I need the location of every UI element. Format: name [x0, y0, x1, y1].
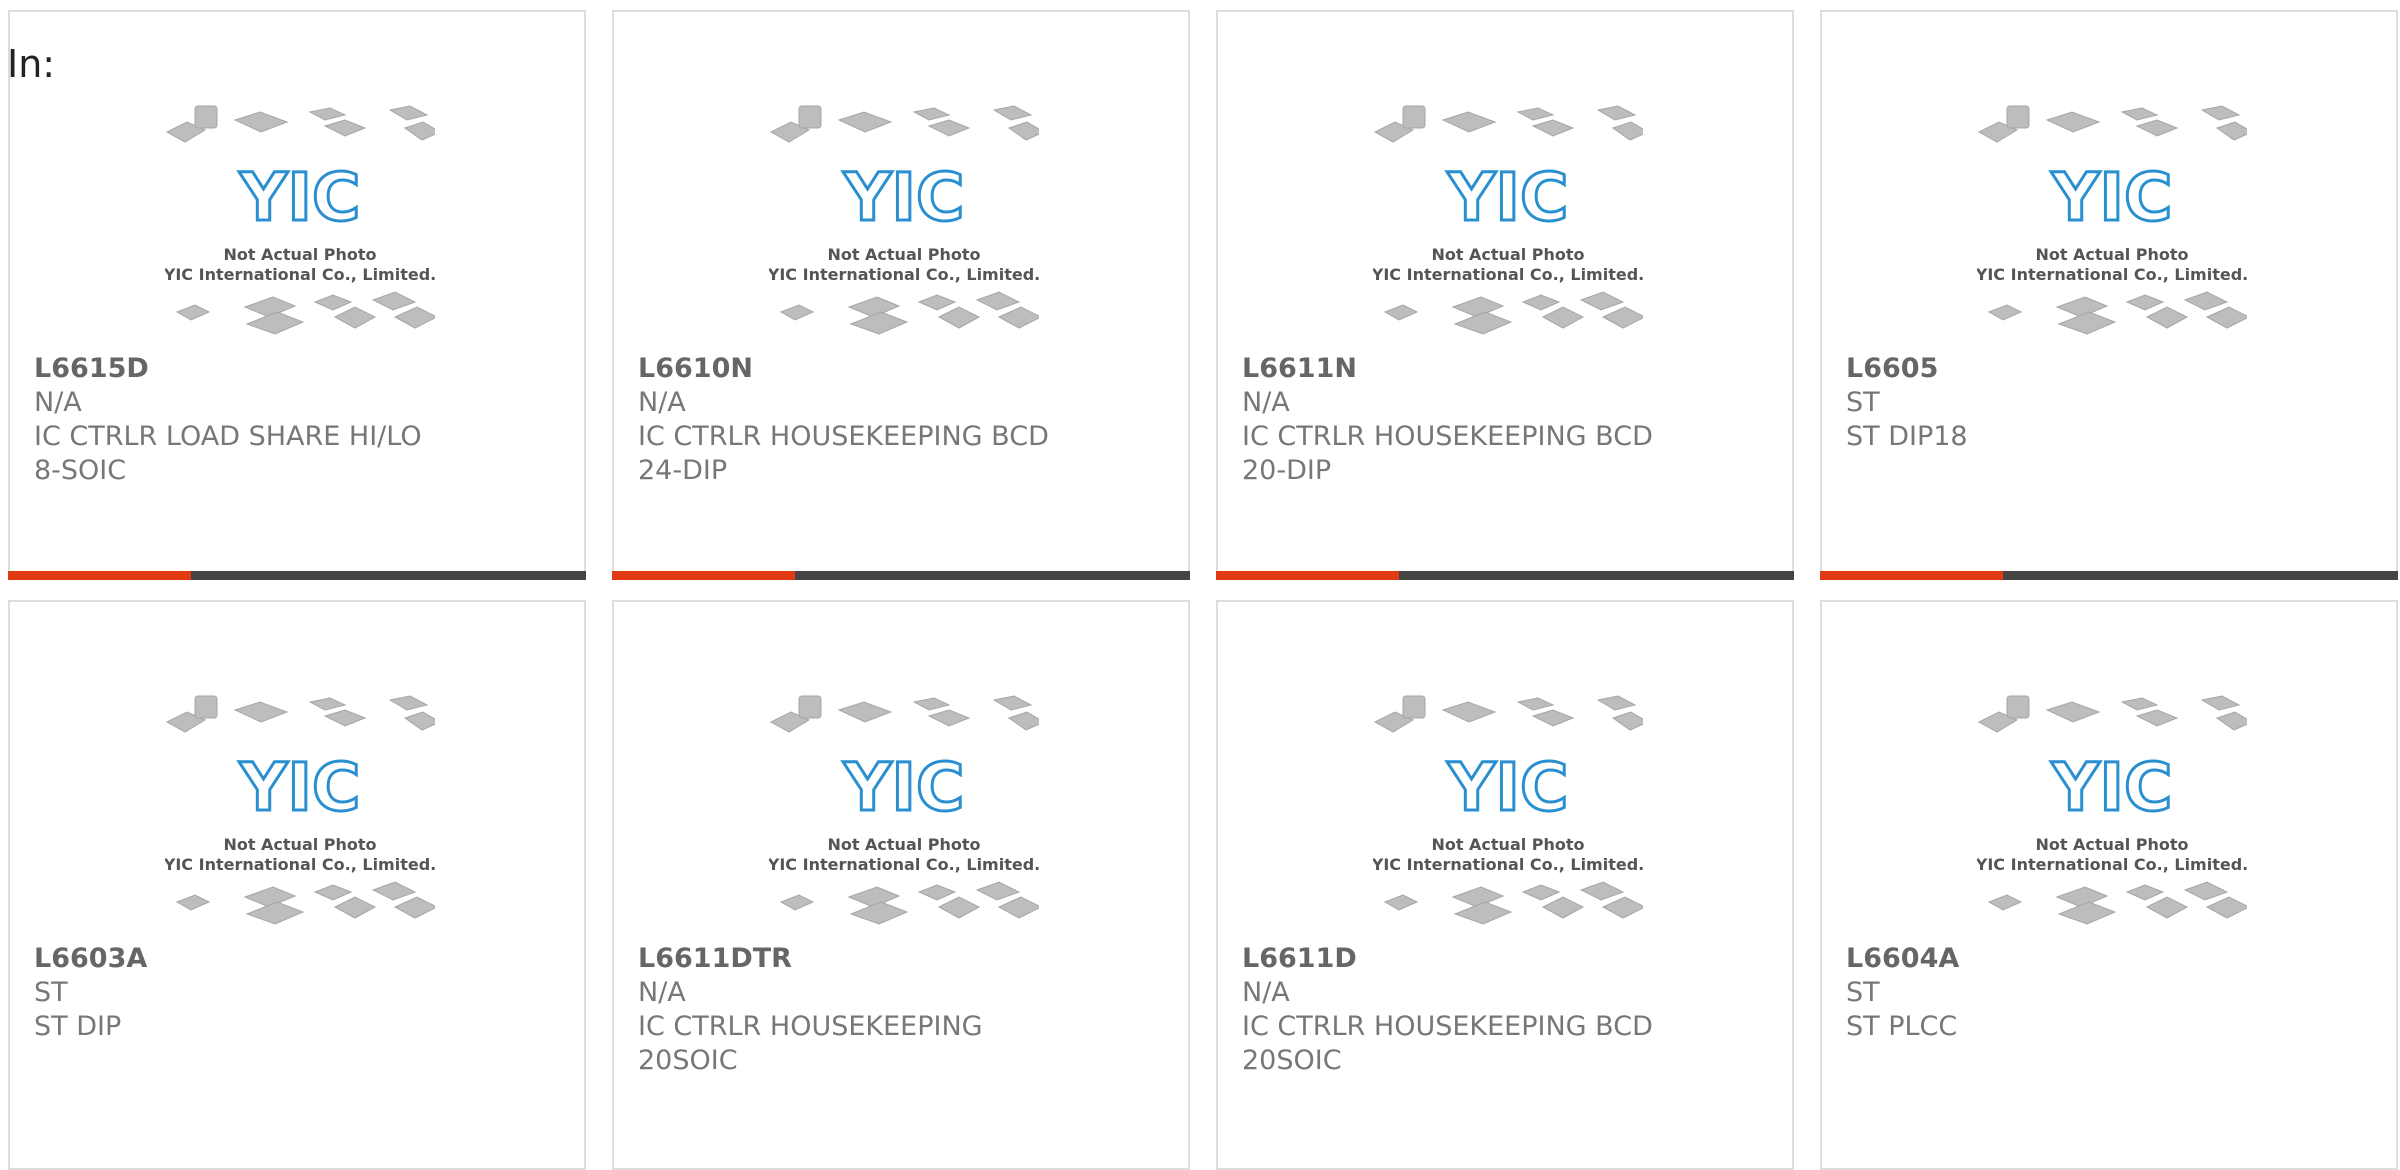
card-accent-bar [1820, 571, 2003, 580]
part-number-link[interactable]: L6604A [1846, 942, 1959, 976]
description: IC CTRLR HOUSEKEEPING 20SOIC [638, 1011, 983, 1076]
svg-text:YIC International Co., Limited: YIC International Co., Limited. [1373, 855, 1643, 874]
part-number-link[interactable]: L6603A [34, 942, 147, 976]
svg-text:YIC: YIC [239, 159, 361, 236]
part-number-link[interactable]: L6611DTR [638, 942, 792, 976]
manufacturer: ST [1846, 387, 1880, 418]
manufacturer: N/A [34, 387, 82, 418]
svg-text:YIC International Co., Limited: YIC International Co., Limited. [165, 855, 435, 874]
svg-text:YIC: YIC [1447, 749, 1569, 826]
svg-text:Not Actual Photo: Not Actual Photo [827, 835, 980, 854]
card-bottom-bar [1216, 571, 1794, 580]
part-number-link[interactable]: L6615D [34, 352, 149, 386]
manufacturer: N/A [638, 977, 686, 1008]
description: ST PLCC [1846, 1011, 1958, 1042]
card-bottom-bar [1820, 571, 2398, 580]
not-actual-photo-image: YIC Not Actual Photo YIC International C… [1373, 105, 1643, 335]
manufacturer: N/A [1242, 387, 1290, 418]
manufacturer: ST [1846, 977, 1880, 1008]
svg-text:YIC: YIC [843, 159, 965, 236]
svg-text:YIC: YIC [843, 749, 965, 826]
product-card[interactable]: YIC Not Actual Photo YIC International C… [1216, 600, 1794, 1170]
not-actual-photo-image: YIC Not Actual Photo YIC International C… [769, 105, 1039, 335]
in-label: In: [7, 42, 56, 86]
svg-text:Not Actual Photo: Not Actual Photo [2035, 245, 2188, 264]
not-actual-photo-image: YIC Not Actual Photo YIC International C… [165, 695, 435, 925]
card-accent-bar [612, 571, 795, 580]
not-actual-photo-image: YIC Not Actual Photo YIC International C… [1373, 695, 1643, 925]
part-number-link[interactable]: L6611N [1242, 352, 1357, 386]
svg-text:YIC International Co., Limited: YIC International Co., Limited. [769, 265, 1039, 284]
description: ST DIP18 [1846, 421, 1968, 452]
svg-text:Not Actual Photo: Not Actual Photo [1431, 245, 1584, 264]
description: IC CTRLR HOUSEKEEPING BCD 20-DIP [1242, 421, 1653, 486]
card-bottom-bar [612, 571, 1190, 580]
not-actual-photo-image: YIC Not Actual Photo YIC International C… [1977, 695, 2247, 925]
svg-text:YIC International Co., Limited: YIC International Co., Limited. [1977, 855, 2247, 874]
svg-text:Not Actual Photo: Not Actual Photo [1431, 835, 1584, 854]
svg-text:Not Actual Photo: Not Actual Photo [827, 245, 980, 264]
not-actual-photo-image: YIC Not Actual Photo YIC International C… [165, 105, 435, 335]
manufacturer: N/A [1242, 977, 1290, 1008]
card-accent-bar [1216, 571, 1399, 580]
svg-text:YIC International Co., Limited: YIC International Co., Limited. [769, 855, 1039, 874]
svg-text:YIC: YIC [239, 749, 361, 826]
product-card[interactable]: YIC Not Actual Photo YIC International C… [1216, 10, 1794, 580]
part-number-link[interactable]: L6605 [1846, 352, 1938, 386]
svg-text:YIC: YIC [1447, 159, 1569, 236]
manufacturer: ST [34, 977, 68, 1008]
product-card[interactable]: YIC Not Actual Photo YIC International C… [612, 10, 1190, 580]
description: IC CTRLR LOAD SHARE HI/LO 8-SOIC [34, 421, 422, 486]
manufacturer: N/A [638, 387, 686, 418]
product-card[interactable]: YIC Not Actual Photo YIC International C… [1820, 10, 2398, 580]
svg-text:YIC International Co., Limited: YIC International Co., Limited. [165, 265, 435, 284]
svg-text:YIC International Co., Limited: YIC International Co., Limited. [1977, 265, 2247, 284]
part-number-link[interactable]: L6610N [638, 352, 753, 386]
product-grid: YIC Not Actual Photo YIC International C… [0, 0, 2400, 1170]
description: IC CTRLR HOUSEKEEPING BCD 20SOIC [1242, 1011, 1653, 1076]
description: ST DIP [34, 1011, 122, 1042]
product-card[interactable]: YIC Not Actual Photo YIC International C… [1820, 600, 2398, 1170]
not-actual-photo-image: YIC Not Actual Photo YIC International C… [1977, 105, 2247, 335]
svg-text:YIC: YIC [2051, 159, 2173, 236]
card-accent-bar [8, 571, 191, 580]
product-card[interactable]: YIC Not Actual Photo YIC International C… [612, 600, 1190, 1170]
svg-text:Not Actual Photo: Not Actual Photo [2035, 835, 2188, 854]
not-actual-photo-image: YIC Not Actual Photo YIC International C… [769, 695, 1039, 925]
part-number-link[interactable]: L6611D [1242, 942, 1357, 976]
svg-text:YIC International Co., Limited: YIC International Co., Limited. [1373, 265, 1643, 284]
svg-text:Not Actual Photo: Not Actual Photo [223, 835, 376, 854]
description: IC CTRLR HOUSEKEEPING BCD 24-DIP [638, 421, 1049, 486]
svg-text:Not Actual Photo: Not Actual Photo [223, 245, 376, 264]
product-card[interactable]: YIC Not Actual Photo YIC International C… [8, 600, 586, 1170]
product-card[interactable]: YIC Not Actual Photo YIC International C… [8, 10, 586, 580]
svg-text:YIC: YIC [2051, 749, 2173, 826]
card-bottom-bar [8, 571, 586, 580]
